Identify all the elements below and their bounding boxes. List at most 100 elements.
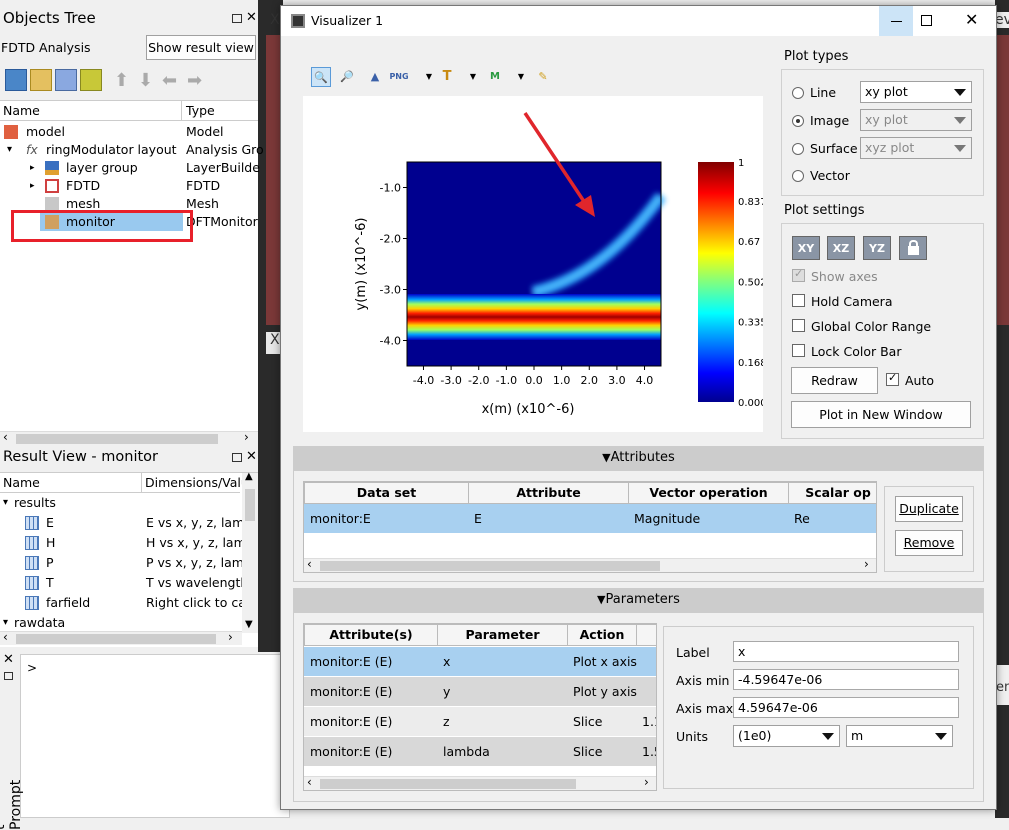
result-view-panel: Result View - monitor ✕ Name Dimensions/… bbox=[0, 447, 258, 647]
col-dims: Dimensions/Valu bbox=[145, 475, 249, 490]
result-row-farfield[interactable]: farfield Right click to cal bbox=[0, 594, 256, 612]
result-row-t[interactable]: T T vs wavelength bbox=[0, 574, 256, 592]
pencil-icon[interactable]: ✎ bbox=[533, 67, 553, 87]
lock-view-button[interactable] bbox=[899, 236, 927, 260]
axis-max-caption: Axis max bbox=[676, 701, 734, 716]
redraw-button[interactable]: Redraw bbox=[791, 367, 878, 394]
close-icon[interactable]: ✕ bbox=[246, 10, 257, 25]
marker-dropdown-icon[interactable]: ▼ bbox=[511, 67, 531, 87]
show-axes-checkbox[interactable]: ✓ bbox=[792, 267, 805, 282]
param-row-z[interactable]: monitor:E (E) z Slice 1.1 bbox=[304, 707, 656, 736]
move-left-icon[interactable]: ⬅ bbox=[162, 70, 177, 91]
move-right-icon[interactable]: ➡ bbox=[187, 70, 202, 91]
combo-image[interactable]: xy plot bbox=[860, 109, 972, 131]
attr-col-attribute[interactable]: Attribute bbox=[468, 482, 629, 504]
text-tool-icon[interactable]: T bbox=[437, 67, 457, 87]
view-xz-button[interactable]: XZ bbox=[827, 236, 855, 260]
hold-camera-checkbox[interactable] bbox=[792, 294, 805, 307]
waveguide-mode-band bbox=[407, 294, 661, 340]
radio-surface[interactable] bbox=[792, 143, 804, 155]
objects-tree-title: Objects Tree bbox=[0, 8, 258, 30]
param-row-x[interactable]: monitor:E (E) x Plot x axis bbox=[304, 647, 656, 676]
close-button[interactable]: ✕ bbox=[965, 10, 978, 29]
move-up-icon[interactable]: ⬆ bbox=[114, 70, 129, 91]
param-hscrollbar[interactable]: ‹ › bbox=[304, 775, 656, 790]
param-col-action[interactable]: Action bbox=[567, 624, 637, 646]
monitor-highlight-box bbox=[11, 210, 193, 242]
attr-col-dataset[interactable]: Data set bbox=[304, 482, 469, 504]
visualizer-title-bar[interactable]: Visualizer 1 ✕ bbox=[281, 6, 996, 36]
x-tick-label: 2.0 bbox=[581, 374, 599, 387]
result-view-title: Result View - monitor bbox=[0, 447, 258, 469]
attributes-bar[interactable]: ▼Attributes bbox=[293, 446, 984, 470]
result-row-e[interactable]: E E vs x, y, z, lamb bbox=[0, 514, 256, 532]
show-result-view-button[interactable]: Show result view bbox=[146, 35, 256, 60]
mountain-icon[interactable]: ▲ bbox=[365, 67, 385, 87]
result-row-results[interactable]: ▾ results bbox=[0, 494, 256, 512]
y-tick-label: -3.0 bbox=[380, 284, 401, 297]
maximize-button[interactable] bbox=[921, 15, 932, 26]
tree-row-model[interactable]: model Model bbox=[0, 123, 256, 141]
png-dropdown-icon[interactable]: ▼ bbox=[419, 67, 439, 87]
bg-label-en: en bbox=[996, 680, 1009, 695]
combo-line[interactable]: xy plot bbox=[860, 81, 972, 103]
attr-col-vector-op[interactable]: Vector operation bbox=[628, 482, 789, 504]
combo-surface[interactable]: xyz plot bbox=[860, 137, 972, 159]
float-icon[interactable] bbox=[232, 453, 242, 462]
radio-image[interactable] bbox=[792, 115, 804, 127]
show-axes-label: Show axes bbox=[811, 269, 878, 284]
tree-row-layout[interactable]: ▾ fx ringModulator layout Analysis Gro bbox=[0, 141, 264, 159]
col-type: Type bbox=[186, 103, 215, 118]
radio-line[interactable] bbox=[792, 87, 804, 99]
param-col-parameter[interactable]: Parameter bbox=[437, 624, 568, 646]
axis-max-field[interactable]: 4.59647e-06 bbox=[733, 697, 959, 718]
result-row-h[interactable]: H H vs x, y, z, lamb bbox=[0, 534, 256, 552]
auto-label: Auto bbox=[905, 373, 935, 388]
attr-col-scalar-op[interactable]: Scalar op bbox=[788, 482, 876, 504]
result-row-p[interactable]: P P vs x, y, z, lamb bbox=[0, 554, 256, 572]
add-structure-icon[interactable] bbox=[5, 69, 27, 91]
view-yz-button[interactable]: YZ bbox=[863, 236, 891, 260]
tree-row-layer-group[interactable]: ▸ layer group LayerBuilde bbox=[0, 159, 260, 177]
add-axis-icon[interactable] bbox=[55, 69, 77, 91]
zoom-icon[interactable]: 🔎 bbox=[337, 67, 357, 87]
prompt-area[interactable]: > bbox=[20, 654, 290, 818]
tree-row-fdtd[interactable]: ▸ FDTD FDTD bbox=[0, 177, 256, 195]
text-dropdown-icon[interactable]: ▼ bbox=[463, 67, 483, 87]
attr-hscrollbar[interactable]: ‹ › bbox=[304, 557, 876, 572]
duplicate-button[interactable]: Duplicate bbox=[895, 496, 963, 522]
param-row-y[interactable]: monitor:E (E) y Plot y axis bbox=[304, 677, 656, 706]
add-mesh-icon[interactable] bbox=[80, 69, 102, 91]
float-icon[interactable] bbox=[4, 672, 13, 680]
result-row-rawdata[interactable]: ▾ rawdata bbox=[0, 614, 256, 632]
marker-tool-icon[interactable]: M bbox=[485, 67, 505, 87]
label-field[interactable]: x bbox=[733, 641, 959, 662]
parameters-title: Parameters bbox=[605, 592, 680, 607]
bg-label-ev: ev bbox=[995, 12, 1009, 28]
radio-vector[interactable] bbox=[792, 170, 804, 182]
close-icon[interactable]: ✕ bbox=[246, 449, 257, 464]
minimize-button[interactable] bbox=[879, 6, 913, 36]
auto-checkbox[interactable]: ✓ bbox=[886, 371, 899, 386]
param-row-lambda[interactable]: monitor:E (E) lambda Slice 1.5 bbox=[304, 737, 656, 766]
units-scale-combo[interactable]: (1e0) bbox=[733, 725, 840, 747]
plot-settings-title: Plot settings bbox=[784, 203, 865, 218]
png-export-icon[interactable]: PNG bbox=[389, 67, 409, 87]
global-color-range-checkbox[interactable] bbox=[792, 319, 805, 332]
plot-new-window-button[interactable]: Plot in New Window bbox=[791, 401, 971, 428]
close-icon[interactable]: ✕ bbox=[3, 652, 14, 667]
vertical-scrollbar[interactable]: ▲ ▼ bbox=[242, 471, 258, 633]
move-down-icon[interactable]: ⬇ bbox=[138, 70, 153, 91]
remove-button[interactable]: Remove bbox=[895, 530, 963, 556]
view-xy-button[interactable]: XY bbox=[792, 236, 820, 260]
lock-color-bar-checkbox[interactable] bbox=[792, 344, 805, 357]
label-caption: Label bbox=[676, 645, 710, 660]
add-grid-icon[interactable] bbox=[30, 69, 52, 91]
zoom-fit-icon[interactable]: 🔍 bbox=[311, 67, 331, 87]
units-unit-combo[interactable]: m bbox=[846, 725, 953, 747]
param-col-attributes[interactable]: Attribute(s) bbox=[304, 624, 438, 646]
parameters-bar[interactable]: ▼Parameters bbox=[293, 588, 984, 612]
attr-row[interactable]: monitor:E E Magnitude Re bbox=[304, 504, 876, 533]
axis-min-field[interactable]: -4.59647e-06 bbox=[733, 669, 959, 690]
float-icon[interactable] bbox=[232, 14, 242, 23]
